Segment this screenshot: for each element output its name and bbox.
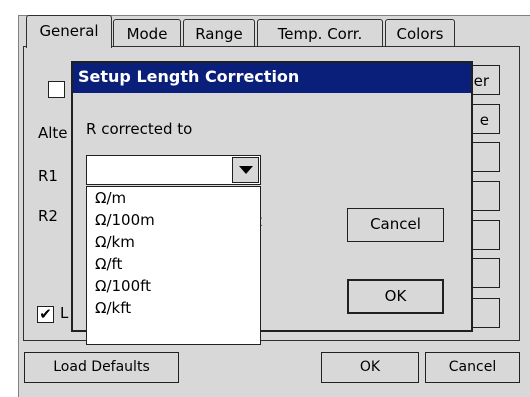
r2-label: R2	[38, 207, 58, 225]
footer-cancel-button[interactable]: Cancel	[425, 352, 520, 383]
dialog-title: Setup Length Correction	[73, 63, 471, 93]
tab-label: Mode	[126, 25, 168, 43]
general-checkbox[interactable]	[48, 81, 65, 98]
r1-label: R1	[38, 167, 58, 185]
dropdown-arrow-button[interactable]	[232, 157, 259, 183]
tab-label: General	[39, 22, 99, 40]
dialog-cancel-label: Cancel	[370, 215, 421, 233]
side-button-1-label: er	[473, 72, 489, 90]
side-button-2-label: e	[479, 111, 489, 129]
check-icon: ✔	[39, 305, 52, 323]
dialog-cancel-button[interactable]: Cancel	[347, 208, 444, 242]
alt-label: Alte	[38, 124, 68, 142]
dialog-ok-label: OK	[384, 287, 407, 305]
unit-dropdown-list: Ω/m Ω/100m Ω/km Ω/ft Ω/100ft Ω/kft	[86, 186, 261, 345]
load-defaults-label: Load Defaults	[53, 359, 150, 375]
tab-general[interactable]: General	[26, 15, 112, 48]
footer-ok-label: OK	[359, 359, 381, 375]
chevron-down-icon	[239, 166, 253, 174]
bottom-check-label: L	[60, 304, 69, 322]
dialog-ok-button[interactable]: OK	[347, 279, 444, 314]
unit-option[interactable]: Ω/kft	[87, 297, 260, 319]
footer-cancel-label: Cancel	[448, 359, 497, 375]
unit-option[interactable]: Ω/m	[87, 187, 260, 209]
load-defaults-button[interactable]: Load Defaults	[24, 352, 179, 383]
tab-temp-corr[interactable]: Temp. Corr.	[257, 19, 383, 46]
tab-label: Range	[195, 25, 243, 43]
tab-label: Colors	[396, 25, 444, 43]
tab-label: Temp. Corr.	[277, 25, 363, 43]
unit-option[interactable]: Ω/ft	[87, 253, 260, 275]
tab-colors[interactable]: Colors	[385, 19, 455, 46]
unit-option[interactable]: Ω/100m	[87, 209, 260, 231]
unit-option[interactable]: Ω/km	[87, 231, 260, 253]
bottom-checkbox[interactable]: ✔	[37, 306, 54, 323]
unit-option[interactable]: Ω/100ft	[87, 275, 260, 297]
tab-mode[interactable]: Mode	[113, 19, 181, 46]
footer-ok-button[interactable]: OK	[321, 352, 419, 383]
r-corrected-label: R corrected to	[86, 120, 193, 138]
tab-range[interactable]: Range	[183, 19, 255, 46]
